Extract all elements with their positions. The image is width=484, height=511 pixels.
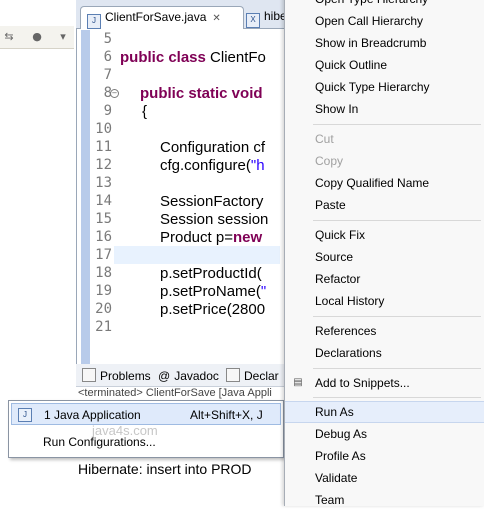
line-number: 16 bbox=[95, 229, 112, 245]
console-output: Hibernate: insert into PROD bbox=[78, 461, 252, 477]
code-line-18: p.setProductId( bbox=[160, 265, 262, 282]
tab-label: Javadoc bbox=[174, 369, 219, 383]
menu-item-add-to-snippets[interactable]: Add to Snippets... bbox=[315, 372, 410, 394]
menu-separator bbox=[313, 397, 481, 398]
watermark: java4s.com bbox=[92, 423, 158, 438]
tab-label: Declar bbox=[244, 369, 279, 383]
line-number: 17 bbox=[95, 247, 112, 263]
line-number: 6 bbox=[103, 49, 112, 65]
fold-collapse-icon[interactable]: − bbox=[110, 89, 119, 98]
line-number: 21 bbox=[95, 319, 112, 335]
menu-item-profile-as[interactable]: Profile As bbox=[315, 445, 366, 467]
menu-item-run-as[interactable]: Run As bbox=[315, 401, 354, 423]
tab-label: Problems bbox=[100, 369, 151, 383]
line-number: 7 bbox=[103, 67, 112, 83]
editor-ruler bbox=[81, 30, 90, 364]
tab-declaration[interactable]: Declar bbox=[226, 367, 279, 385]
code-token: cfg.configure( bbox=[160, 157, 251, 174]
line-number: 18 bbox=[95, 265, 112, 281]
menu-item-team[interactable]: Team bbox=[315, 489, 344, 511]
keyword: public class bbox=[120, 49, 211, 66]
line-number: 9 bbox=[103, 103, 112, 119]
code-line-8: public static void bbox=[140, 85, 263, 103]
bottom-tab-bar: Problems @ Javadoc Declar bbox=[76, 364, 286, 387]
code-line-16: Product p=new bbox=[160, 229, 262, 247]
menu-separator bbox=[313, 316, 481, 317]
keyword: public static void bbox=[140, 85, 263, 102]
menu-item-shortcut: Alt+Shift+X, J bbox=[190, 408, 263, 422]
code-line-14: SessionFactory bbox=[160, 193, 264, 210]
menu-separator bbox=[313, 124, 481, 125]
line-number: 12 bbox=[95, 157, 112, 173]
line-number: 15 bbox=[95, 211, 112, 227]
menu-item-java-application[interactable]: J 1 Java Application Alt+Shift+X, J bbox=[11, 403, 281, 425]
menu-item-copy-qualified-name[interactable]: Copy Qualified Name bbox=[315, 172, 429, 194]
line-number: 20 bbox=[95, 301, 112, 317]
code-token: p.setProName( bbox=[160, 283, 261, 300]
at-icon: @ bbox=[158, 369, 171, 383]
string-literal: " bbox=[260, 283, 267, 300]
menu-separator bbox=[313, 368, 481, 369]
line-number: 10 bbox=[95, 121, 112, 137]
menu-item-cut[interactable]: Cut bbox=[315, 128, 334, 150]
package-explorer-toolbar: ⇆ ● ▾ bbox=[0, 26, 74, 49]
code-token: ClientFo bbox=[210, 49, 266, 66]
string-literal: "h bbox=[250, 157, 265, 174]
menu-item-quick-type-hierarchy[interactable]: Quick Type Hierarchy bbox=[315, 76, 430, 98]
collapse-all-icon[interactable]: ● bbox=[30, 30, 44, 44]
code-token: Product p= bbox=[160, 229, 233, 246]
menu-item-quick-outline[interactable]: Quick Outline bbox=[315, 54, 387, 76]
view-menu-icon[interactable]: ▾ bbox=[56, 30, 70, 44]
tab-clientforsave[interactable]: J ClientForSave.java ✕ bbox=[80, 6, 244, 29]
menu-item-paste[interactable]: Paste bbox=[315, 194, 346, 216]
code-line-12: cfg.configure("h bbox=[160, 157, 265, 175]
menu-separator bbox=[313, 220, 481, 221]
code-line-11: Configuration cf bbox=[160, 139, 266, 156]
menu-item-refactor[interactable]: Refactor bbox=[315, 268, 360, 290]
menu-item-show-in[interactable]: Show In bbox=[315, 98, 358, 120]
menu-item-declarations[interactable]: Declarations bbox=[315, 342, 382, 364]
xml-file-icon: X bbox=[246, 13, 260, 28]
menu-item-debug-as[interactable]: Debug As bbox=[315, 423, 367, 445]
code-line-15: Session session bbox=[160, 211, 269, 228]
menu-item-copy[interactable]: Copy bbox=[315, 150, 343, 172]
snippets-icon: ▤ bbox=[293, 377, 303, 388]
keyword: new bbox=[232, 229, 263, 246]
link-with-editor-icon[interactable]: ⇆ bbox=[2, 30, 16, 44]
menu-item-references[interactable]: References bbox=[315, 320, 376, 342]
problems-icon bbox=[82, 368, 96, 382]
menu-item-source[interactable]: Source bbox=[315, 246, 353, 268]
line-number-gutter: 5 6 7 8 9 10 11 12 13 14 15 16 17 18 19 … bbox=[90, 30, 114, 364]
line-number: 14 bbox=[95, 193, 112, 209]
code-line-20: p.setPrice(2800 bbox=[160, 301, 266, 318]
code-text: public class ClientFo public static void… bbox=[120, 30, 280, 364]
menu-item-open-type-hierarchy[interactable]: Open Type Hierarchy bbox=[315, 0, 428, 10]
menu-item-validate[interactable]: Validate bbox=[315, 467, 357, 489]
tab-problems[interactable]: Problems bbox=[82, 367, 151, 385]
line-number: 19 bbox=[95, 283, 112, 299]
code-line-19: p.setProName(" bbox=[160, 283, 266, 301]
tab-label: ClientForSave.java bbox=[105, 10, 207, 24]
close-icon[interactable]: ✕ bbox=[212, 9, 220, 29]
line-number: 11 bbox=[95, 139, 112, 155]
menu-item-local-history[interactable]: Local History bbox=[315, 290, 384, 312]
console-status: <terminated> ClientForSave [Java Appli bbox=[78, 387, 272, 399]
line-number: 13 bbox=[95, 175, 112, 191]
code-line-6: public class ClientFo bbox=[120, 49, 266, 67]
menu-item-show-in-breadcrumb[interactable]: Show in Breadcrumb bbox=[315, 32, 426, 54]
editor-context-menu: Open Type Hierarchy Open Call Hierarchy … bbox=[284, 0, 484, 507]
menu-item-open-call-hierarchy[interactable]: Open Call Hierarchy bbox=[315, 10, 423, 32]
tab-javadoc[interactable]: @ Javadoc bbox=[158, 367, 219, 385]
menu-item-quick-fix[interactable]: Quick Fix bbox=[315, 224, 365, 246]
declaration-icon bbox=[226, 368, 240, 382]
java-file-icon: J bbox=[87, 14, 101, 29]
code-line-9: { bbox=[142, 103, 148, 120]
line-number: 5 bbox=[103, 31, 112, 47]
java-app-icon: J bbox=[18, 408, 32, 422]
